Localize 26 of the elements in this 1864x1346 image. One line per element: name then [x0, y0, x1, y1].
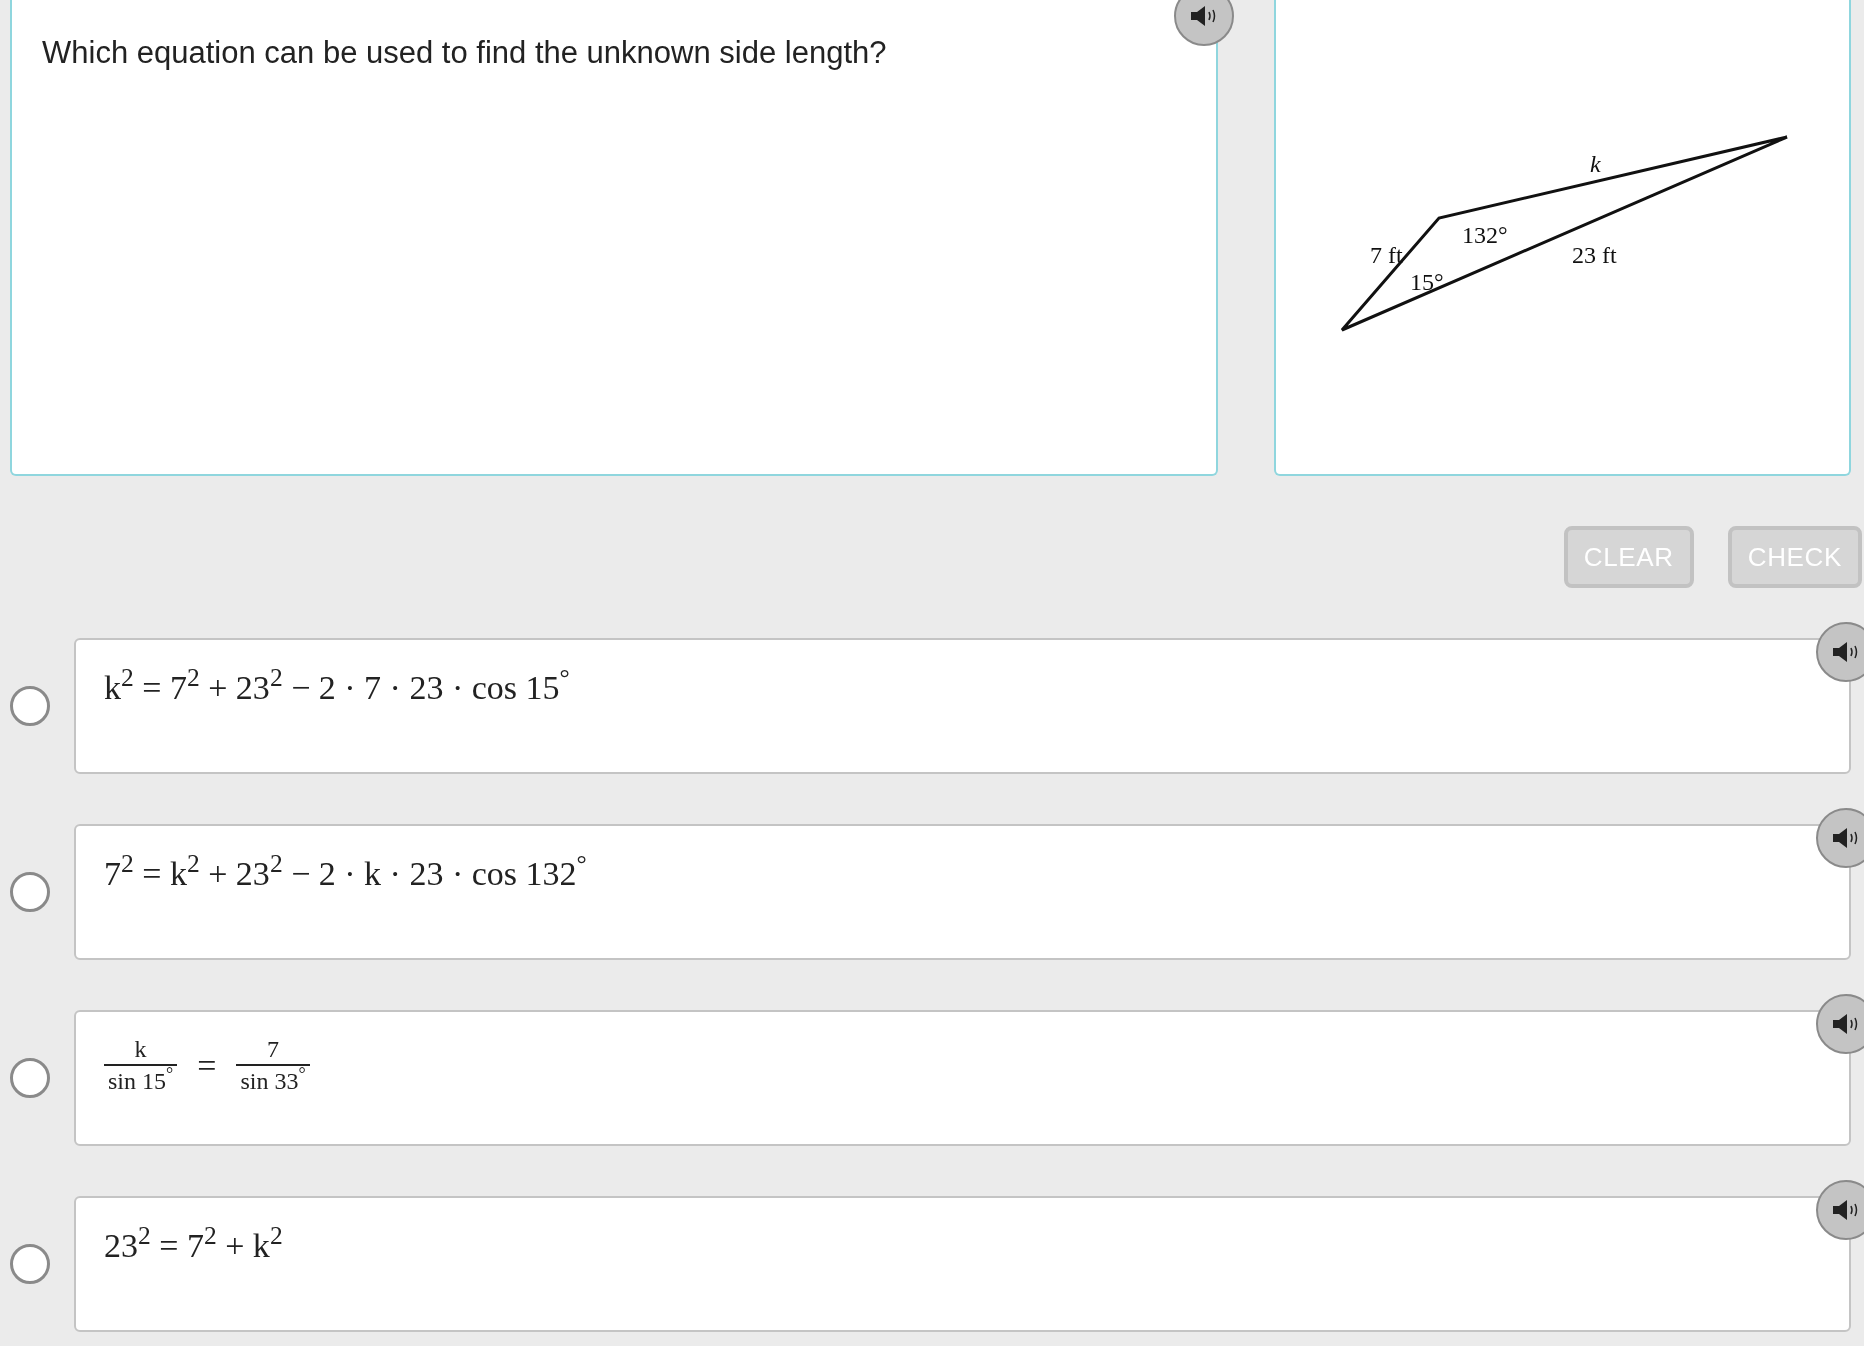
radio-button[interactable] [10, 1058, 50, 1098]
diagram-label: 23 ft [1572, 242, 1617, 268]
numerator: k [133, 1035, 148, 1064]
diagram-label: 15° [1410, 269, 1444, 295]
equation: k$^{2}$ = 7$^{2}$ + 23$^{2}$ − 2 · 7 · 23 · cos 15$^{°}$ [104, 662, 570, 708]
answer-card[interactable]: k$^{2}$ = 7$^{2}$ + 23$^{2}$ − 2 · 7 · 23 · cos 15$^{°}$ [74, 638, 1851, 774]
diagram-label: 132° [1462, 222, 1508, 248]
denominator: sin 15$^{°}$ [107, 1066, 175, 1096]
equals-sign: = [197, 1045, 217, 1086]
radio-button[interactable] [10, 1244, 50, 1284]
answer-card[interactable]: 7$^{2}$ = k$^{2}$ + 23$^{2}$ − 2 · k · 23 · cos 132$^{°}$ [74, 824, 1851, 960]
denominator: sin 33$^{°}$ [239, 1066, 307, 1096]
equation: 7$^{2}$ = k$^{2}$ + 23$^{2}$ − 2 · k · 23 · cos 132$^{°}$ [104, 848, 587, 894]
question-text: Which equation can be used to find the unknown side length? [42, 34, 888, 72]
radio-button[interactable] [10, 686, 50, 726]
answer-card[interactable]: 23$^{2}$ = 7$^{2}$ + k$^{2}$ [74, 1196, 1851, 1332]
audio-button[interactable] [1816, 808, 1864, 868]
audio-button[interactable] [1174, 0, 1234, 46]
diagram-label: 7 ft [1370, 242, 1403, 268]
diagram-label: k [1590, 151, 1601, 177]
audio-button[interactable] [1816, 622, 1864, 682]
radio-button[interactable] [10, 872, 50, 912]
audio-button[interactable] [1816, 994, 1864, 1054]
audio-button[interactable] [1816, 1180, 1864, 1240]
equation: 23$^{2}$ = 7$^{2}$ + k$^{2}$ [104, 1220, 283, 1266]
numerator: 7 [266, 1035, 280, 1064]
